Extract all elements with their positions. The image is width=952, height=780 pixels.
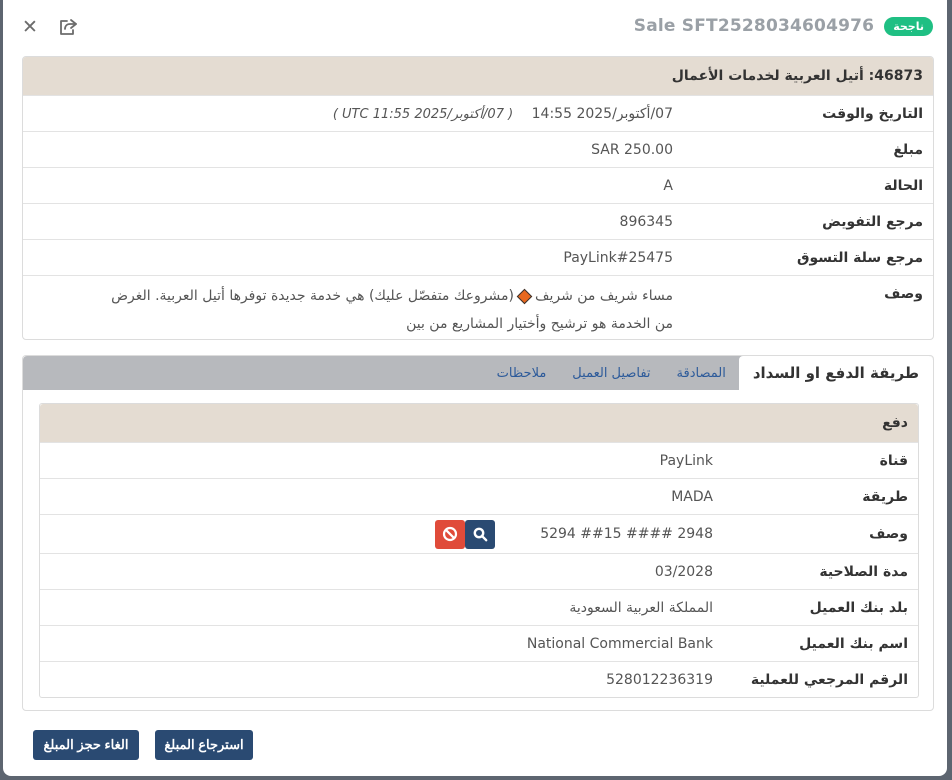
card-value: 5294 ##15 #### 2948 <box>40 526 713 542</box>
status-row: الحالة A <box>23 167 933 203</box>
description-value: مساء شريف من شريف (مشروعك متفصّل عليك) هي… <box>23 282 673 338</box>
status-badge: ناجحة <box>884 16 933 36</box>
close-button[interactable]: ✕ <box>17 14 43 40</box>
channel-label: قناة <box>879 452 908 469</box>
card-number: 5294 ##15 #### 2948 <box>540 526 713 542</box>
share-button[interactable] <box>55 14 81 40</box>
bank-name-row: اسم بنك العميل National Commercial Bank <box>40 625 918 661</box>
search-icon <box>473 527 487 541</box>
tab-authentication[interactable]: المصادقة <box>664 356 739 390</box>
refund-button[interactable]: استرجاع المبلغ <box>155 730 253 760</box>
void-button[interactable]: الغاء حجز المبلغ <box>33 730 139 760</box>
diamond-icon <box>516 288 533 304</box>
amount-row: مبلغ SAR 250.00 <box>23 131 933 167</box>
search-card-button[interactable] <box>465 519 495 549</box>
cart-ref-row: مرجع سلة التسوق PayLink#25475 <box>23 239 933 275</box>
bank-country-label: بلد بنك العميل <box>809 599 908 616</box>
datetime-label: التاريخ والوقت <box>822 105 923 122</box>
dialog-header: Sale SFT2528034604976 ناجحة <box>634 16 933 36</box>
cart-ref-value: PayLink#25475 <box>563 249 673 266</box>
tab-customer-details[interactable]: تفاصيل العميل <box>559 356 663 390</box>
close-icon: ✕ <box>22 16 38 38</box>
reference-label: الرقم المرجعي للعملية <box>750 671 908 688</box>
cart-ref-label: مرجع سلة التسوق <box>796 249 923 266</box>
auth-ref-label: مرجع التفويض <box>822 213 923 230</box>
sale-title: Sale SFT2528034604976 <box>633 16 875 36</box>
tabs-panel: طريقة الدفع او السداد المصادقة تفاصيل ال… <box>22 355 934 711</box>
tab-notes[interactable]: ملاحظات <box>484 356 560 390</box>
amount-label: مبلغ <box>893 141 923 158</box>
auth-ref-value: 896345 <box>619 213 673 230</box>
payment-title: دفع <box>40 404 918 442</box>
auth-ref-row: مرجع التفويض 896345 <box>23 203 933 239</box>
bank-country-value: المملكة العربية السعودية <box>569 599 713 616</box>
tab-bar: طريقة الدفع او السداد المصادقة تفاصيل ال… <box>23 356 933 390</box>
transaction-dialog: ✕ Sale SFT2528034604976 ناجحة 46873: أتي… <box>3 0 947 776</box>
reference-row: الرقم المرجعي للعملية 528012236319 <box>40 661 918 697</box>
amount-value: SAR 250.00 <box>591 141 673 158</box>
payment-details: دفع قناة PayLink طريقة MADA وصف 5294 ##1… <box>39 403 919 698</box>
channel-value: PayLink <box>659 452 713 469</box>
tab-payment-method[interactable]: طريقة الدفع او السداد <box>738 356 933 390</box>
method-row: طريقة MADA <box>40 478 918 514</box>
share-icon <box>60 19 77 35</box>
card-label: وصف <box>869 526 908 542</box>
reference-value: 528012236319 <box>606 671 713 688</box>
datetime-row: التاريخ والوقت 07/أكتوبر/2025 14:55 ( 07… <box>23 95 933 131</box>
ban-icon <box>442 526 458 542</box>
description-part1: مساء شريف من شريف <box>534 288 673 304</box>
card-row: وصف 5294 ##15 #### 2948 <box>40 514 918 553</box>
description-label: وصف <box>884 286 923 302</box>
card-actions <box>433 519 495 549</box>
channel-row: قناة PayLink <box>40 442 918 478</box>
description-row: وصف مساء شريف من شريف (مشروعك متفصّل عليك… <box>23 275 933 342</box>
method-value: MADA <box>671 488 713 505</box>
bank-name-label: اسم بنك العميل <box>799 635 908 652</box>
expiry-value: 03/2028 <box>654 563 713 580</box>
description-part2: (مشروعك متفصّل عليك) هي خدمة جديدة توفره… <box>111 288 514 304</box>
transaction-details: 46873: أتيل العربية لخدمات الأعمال التار… <box>22 56 934 340</box>
method-label: طريقة <box>862 488 908 505</box>
status-label: الحالة <box>883 177 923 194</box>
merchant-title: 46873: أتيل العربية لخدمات الأعمال <box>23 57 933 95</box>
datetime-value: 07/أكتوبر/2025 14:55 ( 07/أكتوبر/2025 UT… <box>23 106 673 122</box>
status-value: A <box>663 177 673 194</box>
expiry-row: مدة الصلاحية 03/2028 <box>40 553 918 589</box>
datetime-utc: ( 07/أكتوبر/2025 UTC 11:55 ) <box>332 106 514 122</box>
datetime-local: 07/أكتوبر/2025 14:55 <box>531 105 673 122</box>
bank-name-value: National Commercial Bank <box>526 635 713 652</box>
description-line2: من الخدمة هو ترشيح وأختيار المشاريع من ب… <box>406 316 673 332</box>
bank-country-row: بلد بنك العميل المملكة العربية السعودية <box>40 589 918 625</box>
block-card-button[interactable] <box>435 519 465 549</box>
expiry-label: مدة الصلاحية <box>819 563 908 580</box>
